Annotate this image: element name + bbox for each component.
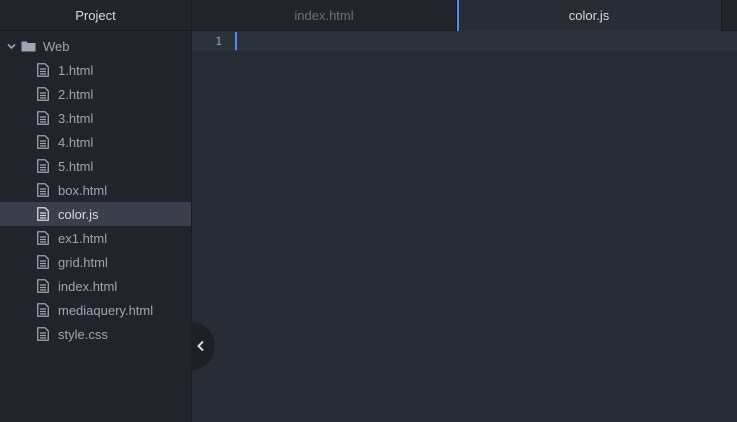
editor-pane: index.html color.js 1 bbox=[192, 0, 737, 422]
cursor-line[interactable]: 1 bbox=[192, 31, 737, 51]
file-text-icon bbox=[37, 279, 49, 293]
tree-file-label: box.html bbox=[58, 182, 108, 198]
tree-file-label: 3.html bbox=[58, 110, 94, 126]
file-text-icon bbox=[37, 87, 49, 101]
editor-window: Project Web 1.html 2.html 3.html 4.html … bbox=[0, 0, 737, 422]
tree-file-label: index.html bbox=[58, 278, 118, 294]
tree-file-item[interactable]: 5.html bbox=[0, 154, 191, 178]
tree-file-label: 2.html bbox=[58, 86, 94, 102]
tree-file-item[interactable]: mediaquery.html bbox=[0, 298, 191, 322]
tree-root-label: Web bbox=[43, 38, 70, 54]
tree-root-folder[interactable]: Web bbox=[0, 34, 191, 58]
file-text-icon bbox=[37, 207, 49, 221]
tree-file-item[interactable]: ex1.html bbox=[0, 226, 191, 250]
chevron-down-icon[interactable] bbox=[6, 41, 16, 51]
tree-file-item[interactable]: grid.html bbox=[0, 250, 191, 274]
tree-file-item[interactable]: 2.html bbox=[0, 82, 191, 106]
tab-color-js[interactable]: color.js bbox=[457, 0, 722, 31]
tree-file-label: mediaquery.html bbox=[58, 302, 154, 318]
tree-file-item-selected[interactable]: color.js bbox=[0, 202, 191, 226]
tree-view: Project Web 1.html 2.html 3.html 4.html … bbox=[0, 0, 215, 422]
file-text-icon bbox=[37, 231, 49, 245]
file-tree: Web 1.html 2.html 3.html 4.html 5.html b… bbox=[0, 31, 191, 346]
folder-icon bbox=[21, 40, 36, 52]
file-text-icon bbox=[37, 111, 49, 125]
file-text-icon bbox=[37, 135, 49, 149]
tree-file-item[interactable]: 3.html bbox=[0, 106, 191, 130]
file-text-icon bbox=[37, 303, 49, 317]
file-text-icon bbox=[37, 327, 49, 341]
tab-index-html[interactable]: index.html bbox=[192, 0, 457, 30]
tree-file-label: 5.html bbox=[58, 158, 94, 174]
text-editor[interactable]: 1 bbox=[192, 31, 737, 422]
tree-file-item[interactable]: index.html bbox=[0, 274, 191, 298]
tree-file-label: 1.html bbox=[58, 62, 94, 78]
tree-file-label: ex1.html bbox=[58, 230, 108, 246]
tree-file-item[interactable]: 4.html bbox=[0, 130, 191, 154]
tree-file-item[interactable]: style.css bbox=[0, 322, 191, 346]
file-text-icon bbox=[37, 63, 49, 77]
line-number: 1 bbox=[215, 34, 222, 48]
chevron-left-icon[interactable] bbox=[196, 340, 206, 352]
tree-file-label: color.js bbox=[58, 206, 99, 222]
file-text-icon bbox=[37, 255, 49, 269]
tree-file-item[interactable]: box.html bbox=[0, 178, 191, 202]
tree-file-label: grid.html bbox=[58, 254, 108, 270]
file-list: 1.html 2.html 3.html 4.html 5.html box.h… bbox=[0, 58, 191, 346]
tab-bar-empty-space[interactable] bbox=[722, 0, 737, 30]
tree-file-item[interactable]: 1.html bbox=[0, 58, 191, 82]
text-cursor bbox=[235, 32, 237, 50]
tab-bar: index.html color.js bbox=[192, 0, 737, 31]
file-text-icon bbox=[37, 159, 49, 173]
tree-view-title: Project bbox=[0, 0, 191, 31]
file-text-icon bbox=[37, 183, 49, 197]
tree-file-label: 4.html bbox=[58, 134, 94, 150]
tree-file-label: style.css bbox=[58, 326, 108, 342]
